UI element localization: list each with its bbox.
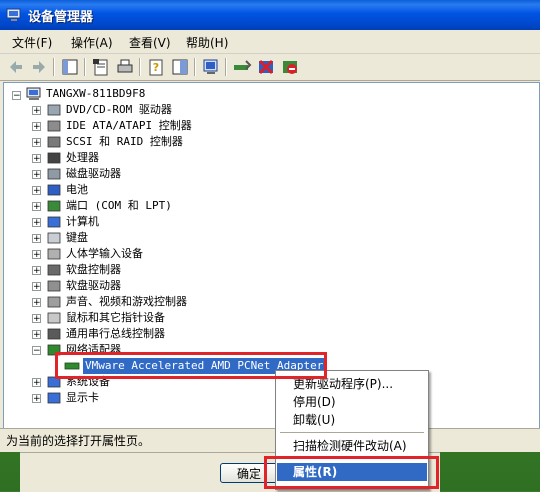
floppy-drive-icon <box>47 280 61 292</box>
back-arrow-icon[interactable] <box>6 57 26 77</box>
tree-expander[interactable]: + <box>32 394 41 404</box>
floppy-controller-icon <box>47 264 61 276</box>
status-text: 为当前的选择打开属性页。 <box>6 434 151 448</box>
tree-expander[interactable]: + <box>32 170 41 180</box>
tree-expander[interactable]: + <box>32 266 41 276</box>
console-tree-icon[interactable] <box>60 57 80 77</box>
tree-item[interactable]: 键盘 <box>66 230 88 246</box>
uninstall-icon[interactable] <box>256 57 276 77</box>
forward-arrow-icon[interactable] <box>29 57 49 77</box>
toolbar-separator <box>225 58 227 76</box>
processor-icon <box>47 152 61 164</box>
port-icon <box>47 200 61 212</box>
menu-view[interactable]: 查看(V) <box>129 34 171 51</box>
menu-disable-label: 停用(D) <box>293 395 336 409</box>
disk-drive-icon <box>47 168 61 180</box>
tree-expander[interactable]: + <box>32 202 41 212</box>
ide-controller-icon <box>47 120 61 132</box>
update-driver-icon[interactable] <box>232 57 252 77</box>
battery-icon <box>47 184 61 196</box>
tree-expander[interactable]: + <box>32 330 41 340</box>
computer-root-icon <box>26 87 41 100</box>
menu-file[interactable]: 文件(F) <box>12 34 52 51</box>
scan-hardware-icon[interactable] <box>201 57 221 77</box>
menu-disable[interactable]: 停用(D) <box>277 393 427 411</box>
computer-icon <box>47 216 61 228</box>
display-adapter-icon <box>47 392 61 404</box>
tree-item[interactable]: 软盘控制器 <box>66 262 121 278</box>
tree-item[interactable]: 声音、视频和游戏控制器 <box>66 294 187 310</box>
tree-root[interactable]: TANGXW-811BD9F8 <box>46 86 145 102</box>
usb-icon <box>47 328 61 340</box>
tree-expander[interactable]: + <box>32 218 41 228</box>
tree-expander[interactable]: + <box>32 122 41 132</box>
toolbar-separator <box>139 58 141 76</box>
tree-expander[interactable]: + <box>32 106 41 116</box>
menu-uninstall-label: 卸载(U) <box>293 413 336 427</box>
title-bar[interactable]: 设备管理器 <box>0 0 540 30</box>
window-title: 设备管理器 <box>28 10 94 25</box>
tree-expander[interactable]: + <box>32 234 41 244</box>
menu-scan-hardware-label: 扫描检测硬件改动(A) <box>293 439 407 453</box>
status-bar: 为当前的选择打开属性页。 <box>0 428 540 451</box>
menu-action[interactable]: 操作(A) <box>71 34 113 51</box>
tree-item[interactable]: 端口 (COM 和 LPT) <box>66 198 172 214</box>
toolbar-separator <box>84 58 86 76</box>
properties-icon[interactable] <box>91 57 111 77</box>
tree-expander[interactable]: + <box>32 138 41 148</box>
help-icon[interactable]: ? <box>146 57 166 77</box>
device-manager-window: 设备管理器 文件(F) 操作(A) 查看(V) 帮助(H) ? − TANGXW… <box>0 0 540 452</box>
toolbar-separator <box>194 58 196 76</box>
tree-expander[interactable]: + <box>32 186 41 196</box>
tree-item[interactable]: DVD/CD-ROM 驱动器 <box>66 102 172 118</box>
cdrom-icon <box>47 104 61 116</box>
disable-icon[interactable] <box>280 57 300 77</box>
tree-expander[interactable]: − <box>32 346 41 356</box>
tree-item[interactable]: 软盘驱动器 <box>66 278 121 294</box>
keyboard-icon <box>47 232 61 244</box>
tree-item[interactable]: 磁盘驱动器 <box>66 166 121 182</box>
hid-icon <box>47 248 61 260</box>
tree-expander[interactable]: + <box>32 314 41 324</box>
tree-item[interactable]: 处理器 <box>66 150 99 166</box>
menu-help[interactable]: 帮助(H) <box>186 34 228 51</box>
toolbar-separator <box>53 58 55 76</box>
svg-text:?: ? <box>153 61 159 74</box>
sound-icon <box>47 296 61 308</box>
highlight-box-adapter <box>55 352 327 379</box>
tree-item[interactable]: 电池 <box>66 182 88 198</box>
tree-expander[interactable]: + <box>32 282 41 292</box>
tree-expander[interactable]: + <box>32 154 41 164</box>
tree-item[interactable]: 人体学输入设备 <box>66 246 143 262</box>
menu-bar: 文件(F) 操作(A) 查看(V) 帮助(H) <box>0 30 540 54</box>
tree-expander[interactable]: + <box>32 378 41 388</box>
print-icon[interactable] <box>115 57 135 77</box>
menu-uninstall[interactable]: 卸载(U) <box>277 411 427 429</box>
tree-item[interactable]: IDE ATA/ATAPI 控制器 <box>66 118 192 134</box>
collapse-root[interactable]: − <box>12 91 21 101</box>
tree-expander[interactable]: + <box>32 250 41 260</box>
tree-item[interactable]: SCSI 和 RAID 控制器 <box>66 134 183 150</box>
show-hide-icon[interactable] <box>170 57 190 77</box>
scsi-controller-icon <box>47 136 61 148</box>
menu-separator <box>280 432 424 433</box>
tree-expander[interactable]: + <box>32 298 41 308</box>
tree-item[interactable]: 鼠标和其它指针设备 <box>66 310 165 326</box>
menu-scan-hardware[interactable]: 扫描检测硬件改动(A) <box>277 437 427 455</box>
device-manager-icon <box>6 8 21 21</box>
toolbar: ? <box>0 54 540 81</box>
highlight-box-properties <box>264 456 439 489</box>
tree-item[interactable]: 计算机 <box>66 214 99 230</box>
tree-item[interactable]: 显示卡 <box>66 390 99 406</box>
mouse-icon <box>47 312 61 324</box>
tree-item[interactable]: 通用串行总线控制器 <box>66 326 165 342</box>
